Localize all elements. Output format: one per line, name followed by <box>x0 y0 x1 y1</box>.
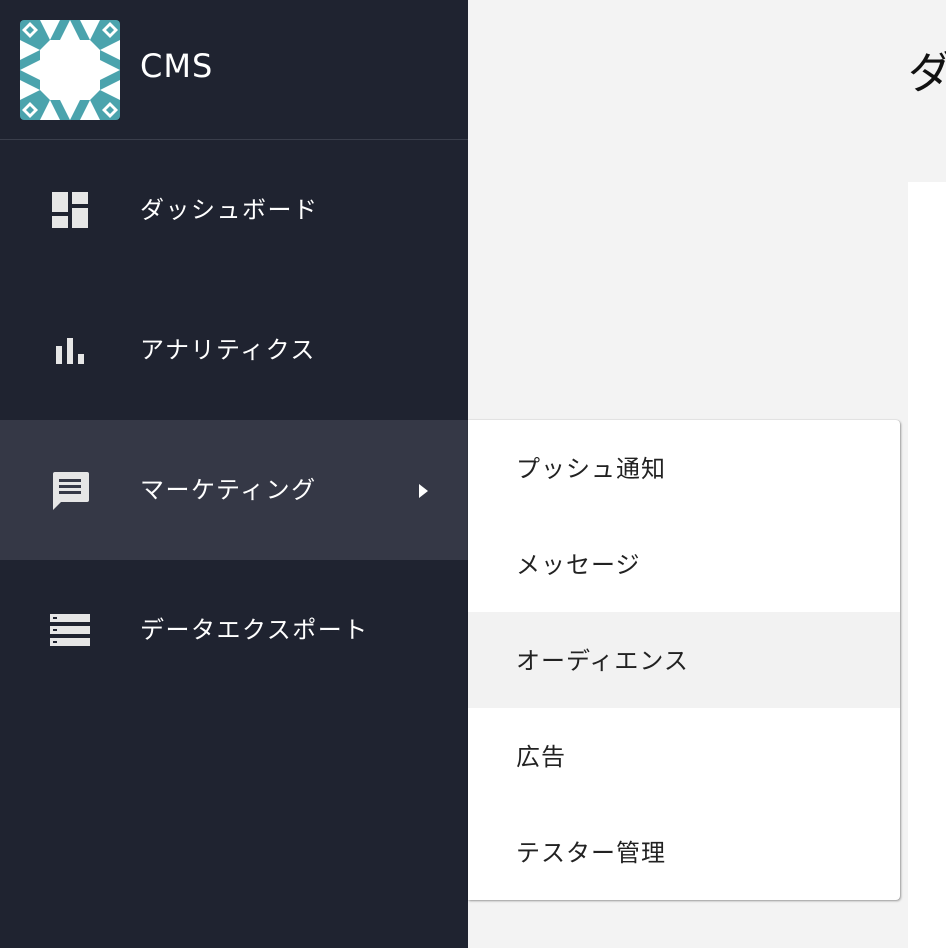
sidebar-item-analytics[interactable]: アナリティクス <box>0 280 468 420</box>
sidebar-item-label: ダッシュボード <box>140 196 319 224</box>
sidebar-item-marketing[interactable]: マーケティング <box>0 420 468 560</box>
submenu-item-push-notification[interactable]: プッシュ通知 <box>468 420 900 516</box>
app-logo[interactable] <box>20 20 120 120</box>
submenu-item-tester-management[interactable]: テスター管理 <box>468 804 900 900</box>
page-title: ダ <box>908 48 946 99</box>
sidebar-item-dashboard[interactable]: ダッシュボード <box>0 140 468 280</box>
brand-header: CMS <box>0 0 468 140</box>
submenu-item-label: プッシュ通知 <box>516 455 666 483</box>
chat-message-icon <box>48 468 92 512</box>
submenu-item-label: オーディエンス <box>516 647 689 675</box>
bar-chart-icon <box>48 328 92 372</box>
submenu-item-label: 広告 <box>516 743 566 771</box>
content-card <box>908 182 946 948</box>
submenu-item-label: テスター管理 <box>516 839 666 867</box>
sidebar-item-label: マーケティング <box>140 476 317 504</box>
storage-list-icon <box>48 608 92 652</box>
sidebar-item-label: アナリティクス <box>140 336 316 364</box>
submenu-item-label: メッセージ <box>516 551 641 579</box>
sidebar-item-data-export[interactable]: データエクスポート <box>0 560 468 700</box>
marketing-submenu: プッシュ通知 メッセージ オーディエンス 広告 テスター管理 <box>468 420 900 900</box>
geometric-tile-logo-icon <box>20 20 120 120</box>
submenu-item-audience[interactable]: オーディエンス <box>468 612 900 708</box>
submenu-item-ads[interactable]: 広告 <box>468 708 900 804</box>
dashboard-icon <box>48 188 92 232</box>
sidebar-item-label: データエクスポート <box>140 616 369 644</box>
chevron-right-icon <box>419 484 428 498</box>
sidebar: CMS ダッシュボード アナリティクス マーケティング データエクスポート <box>0 0 468 948</box>
submenu-item-message[interactable]: メッセージ <box>468 516 900 612</box>
app-title: CMS <box>140 47 214 85</box>
